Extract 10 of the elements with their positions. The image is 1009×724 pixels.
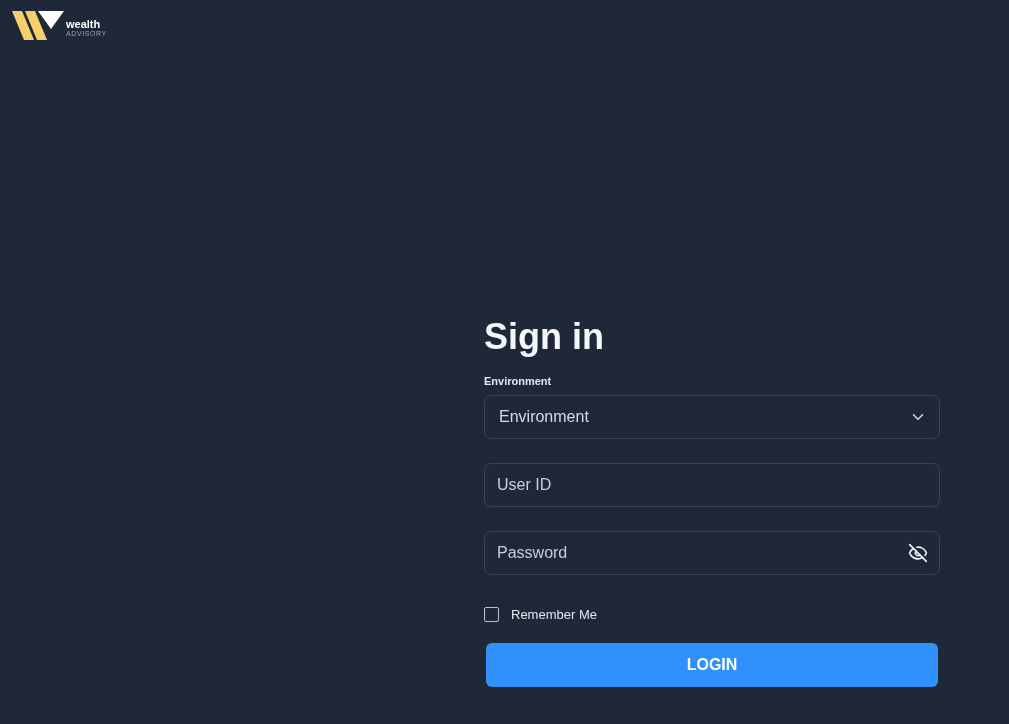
logo-name: wealth: [66, 19, 102, 30]
form-title: Sign in: [484, 317, 605, 357]
environment-select[interactable]: Environment: [484, 395, 940, 439]
password-field[interactable]: Password: [484, 531, 940, 575]
checkbox-label: Remember Me: [511, 607, 597, 622]
user-id-field[interactable]: User ID: [484, 463, 940, 507]
field-label: Environment: [484, 375, 553, 387]
eye-off-icon[interactable]: [908, 543, 928, 563]
logo-icon: [12, 11, 64, 40]
checkbox[interactable]: [484, 607, 499, 622]
